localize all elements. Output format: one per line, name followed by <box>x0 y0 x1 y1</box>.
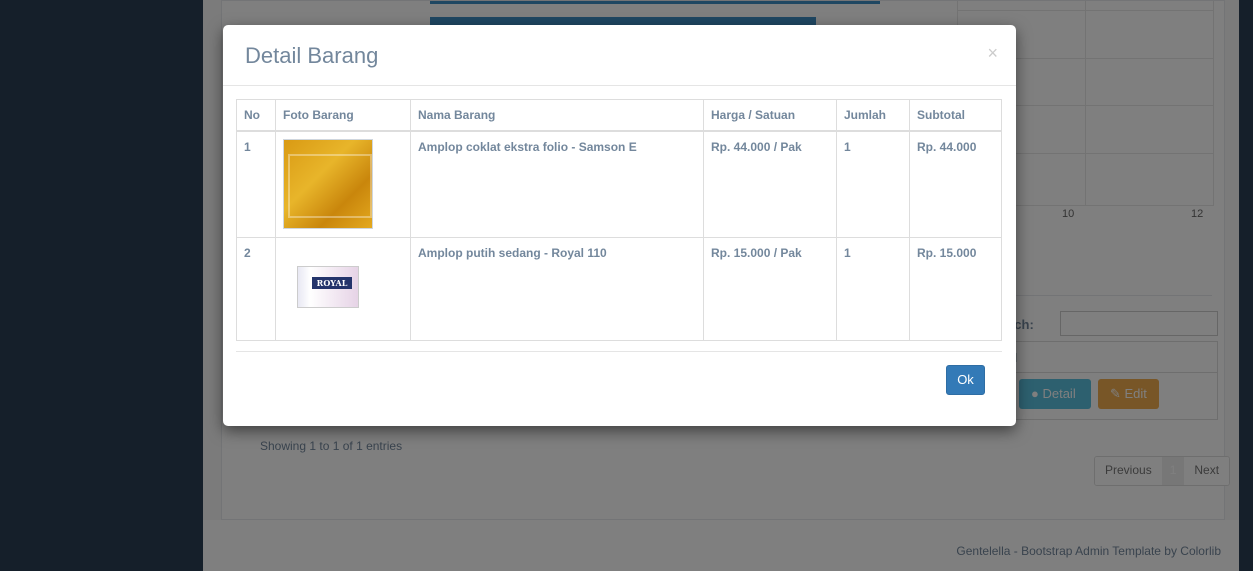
cell-harga: Rp. 44.000 / Pak <box>703 130 837 238</box>
column-header: No <box>236 99 276 132</box>
cell-nama: Amplop coklat ekstra folio - Samson E <box>410 130 704 238</box>
cell-jumlah: 1 <box>836 130 910 238</box>
column-header: Subtotal <box>909 99 1002 132</box>
column-header: Harga / Satuan <box>703 99 837 132</box>
detail-table: No Foto Barang Nama Barang Harga / Satua… <box>236 99 1002 341</box>
cell-subtotal: Rp. 15.000 <box>909 237 1002 341</box>
cell-photo <box>275 130 411 238</box>
table-row: 1 Amplop coklat ekstra folio - Samson E … <box>236 130 1002 238</box>
detail-modal: Detail Barang × No Foto Barang Nama Bara… <box>223 25 1016 426</box>
column-header: Jumlah <box>836 99 910 132</box>
cell-jumlah: 1 <box>836 237 910 341</box>
cell-nama: Amplop putih sedang - Royal 110 <box>410 237 704 341</box>
table-row: 2 ROYAL Amplop putih sedang - Royal 110 … <box>236 237 1002 341</box>
table-header-row: No Foto Barang Nama Barang Harga / Satua… <box>236 99 1002 132</box>
column-header: Foto Barang <box>275 99 411 132</box>
product-image-amplop-royal: ROYAL <box>297 266 359 308</box>
modal-footer-divider <box>236 351 1002 352</box>
cell-no: 2 <box>236 237 276 341</box>
column-header: Nama Barang <box>410 99 704 132</box>
cell-photo: ROYAL <box>275 237 411 341</box>
product-image-amplop-coklat <box>283 139 373 229</box>
cell-no: 1 <box>236 130 276 238</box>
ok-button[interactable]: Ok <box>946 365 985 395</box>
close-icon[interactable]: × <box>987 43 998 64</box>
modal-header: Detail Barang × <box>223 25 1016 86</box>
cell-subtotal: Rp. 44.000 <box>909 130 1002 238</box>
modal-title: Detail Barang <box>245 43 379 68</box>
cell-harga: Rp. 15.000 / Pak <box>703 237 837 341</box>
